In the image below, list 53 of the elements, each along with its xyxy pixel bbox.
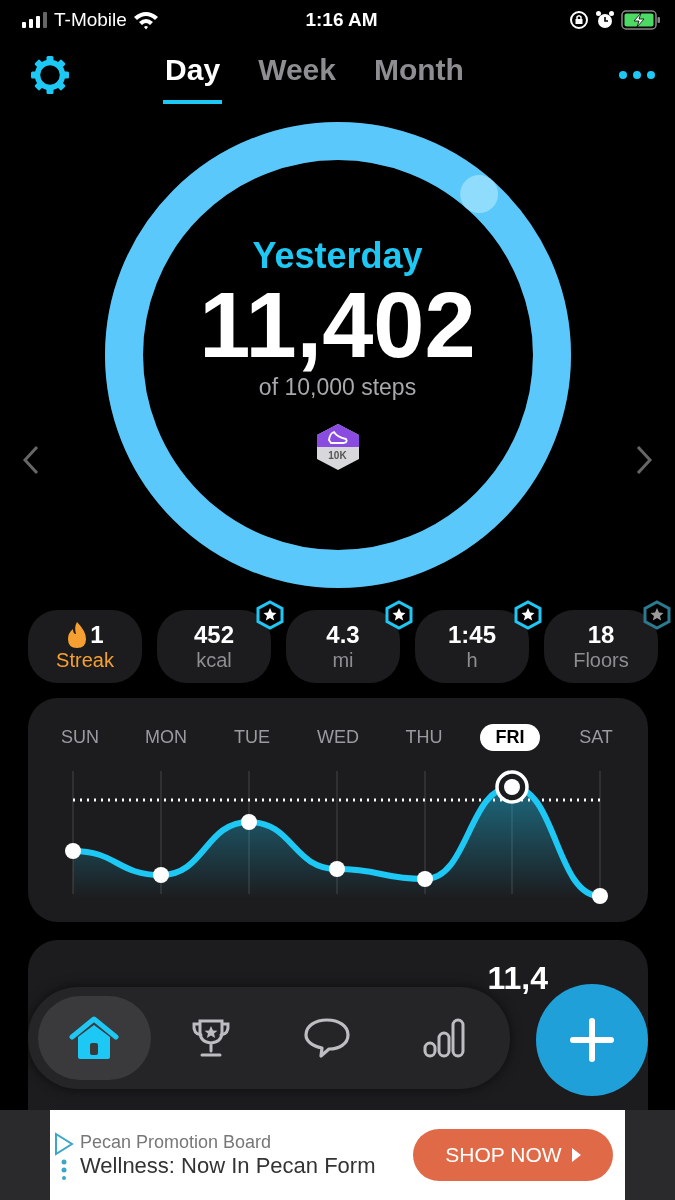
stat-chip[interactable]: 1 Streak — [28, 610, 142, 683]
ad-sponsor: Pecan Promotion Board — [80, 1131, 273, 1153]
stat-value: 452 — [193, 621, 234, 649]
nav-tab[interactable] — [38, 996, 151, 1080]
stat-label: mi — [332, 649, 354, 672]
stat-value: 1 — [90, 621, 104, 649]
ad-banner[interactable]: Pecan Promotion Board Wellness: Now In Pecan Form SHOP NOW — [50, 1110, 625, 1200]
weekday-label[interactable]: THU — [394, 724, 454, 751]
alarm-icon — [595, 10, 615, 30]
ad-headline: Wellness: Now In Pecan Form — [80, 1152, 377, 1179]
stat-chip[interactable]: 18 Floors — [544, 610, 658, 683]
ad-info-icon — [54, 1130, 74, 1180]
stat-chip[interactable]: 452 kcal — [157, 610, 271, 683]
stat-label: Streak — [56, 649, 114, 672]
clock-time: 1:16 AM — [305, 9, 378, 31]
chat-icon — [303, 1017, 352, 1059]
period-tab[interactable]: Month — [371, 40, 466, 104]
badge-label: 10K — [327, 449, 348, 461]
flame-icon — [66, 621, 89, 649]
battery-icon — [621, 10, 661, 30]
caret-icon — [571, 1148, 581, 1162]
signal-icon — [22, 12, 48, 28]
step-goal: of 10,000 steps — [258, 373, 417, 401]
friend-step-count: 11,4 — [487, 960, 548, 998]
more-icon[interactable] — [619, 71, 655, 79]
stat-label: h — [466, 649, 478, 672]
weekday-label[interactable]: SUN — [50, 724, 110, 751]
day-label: Yesterday — [252, 235, 423, 277]
achievement-badge — [315, 422, 360, 471]
stat-chip[interactable]: 4.3 mi — [286, 610, 400, 683]
period-tab[interactable]: Week — [256, 40, 338, 104]
stat-value: 18 — [587, 621, 615, 649]
period-tab[interactable]: Day — [163, 40, 223, 104]
stat-value: 1:45 — [447, 621, 496, 649]
bar-chart-icon — [421, 1017, 466, 1059]
stat-label: kcal — [196, 649, 232, 672]
shop-now-button[interactable]: SHOP NOW — [413, 1129, 613, 1181]
carrier-name: T-Mobile — [54, 9, 127, 31]
settings-icon[interactable] — [30, 55, 70, 95]
trophy-icon — [189, 1018, 232, 1058]
stat-label: Floors — [573, 649, 629, 672]
plus-icon — [570, 1018, 614, 1062]
step-count: 11,402 — [199, 277, 476, 374]
weekday-label[interactable]: TUE — [222, 724, 282, 751]
stat-value: 4.3 — [326, 621, 360, 649]
weekday-label[interactable]: MON — [136, 724, 196, 751]
rotation-lock-icon — [569, 10, 589, 30]
wifi-icon — [132, 10, 159, 30]
weekday-label[interactable]: FRI — [480, 724, 540, 751]
home-icon — [68, 1015, 121, 1061]
stat-chip[interactable]: 1:45 h — [415, 610, 529, 683]
weekday-label[interactable]: WED — [308, 724, 368, 751]
weekday-label[interactable]: SAT — [566, 724, 626, 751]
